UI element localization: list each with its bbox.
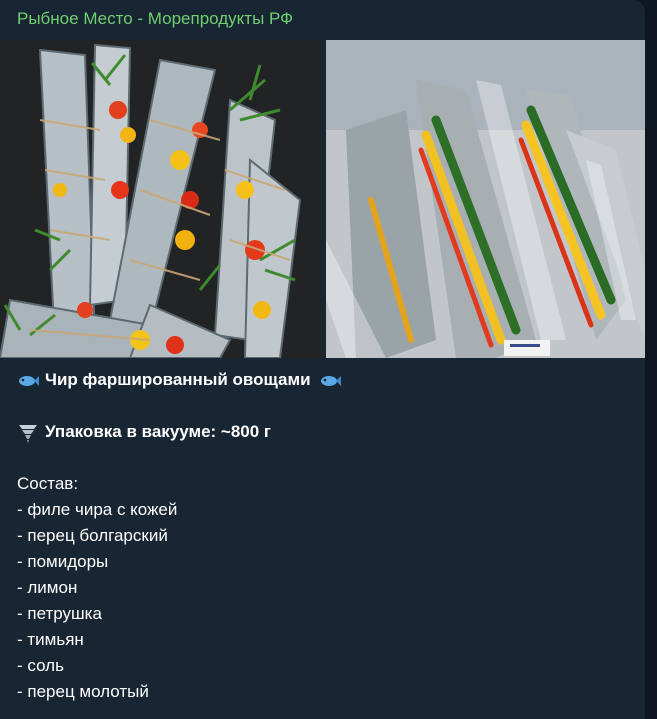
composition-label: Состав: [17, 474, 79, 493]
ingredient-item: - тимьян [17, 630, 84, 649]
product-title-line: Чир фаршированный овощами [17, 367, 341, 393]
tornado-icon [17, 422, 39, 443]
fish-icon [17, 370, 39, 390]
ingredient-item: - перец молотый [17, 682, 149, 701]
ingredient-item: - соль [17, 656, 64, 675]
ingredient-item: - петрушка [17, 604, 102, 623]
package-text: Упаковка в вакууме: ~800 г [45, 422, 272, 441]
ingredient-item: - филе чира с кожей [17, 500, 178, 519]
message-bubble: Рыбное Место - Морепродукты РФ Чир фарши… [0, 0, 645, 719]
ingredient-item: - перец болгарский [17, 526, 168, 545]
ingredient-item: - лимон [17, 578, 78, 597]
photo-vacuum-packed-fish[interactable] [326, 40, 645, 358]
package-line: Упаковка в вакууме: ~800 г [17, 419, 341, 445]
ingredient-item: - помидоры [17, 552, 109, 571]
product-title: Чир фаршированный овощами [45, 370, 311, 389]
fish-icon [319, 370, 341, 390]
channel-name[interactable]: Рыбное Место - Морепродукты РФ [17, 9, 293, 29]
photo-album [0, 40, 645, 358]
message-text: Чир фаршированный овощами Упаковка в вак… [17, 367, 341, 705]
photo-stuffed-fish-tied[interactable] [0, 40, 322, 358]
